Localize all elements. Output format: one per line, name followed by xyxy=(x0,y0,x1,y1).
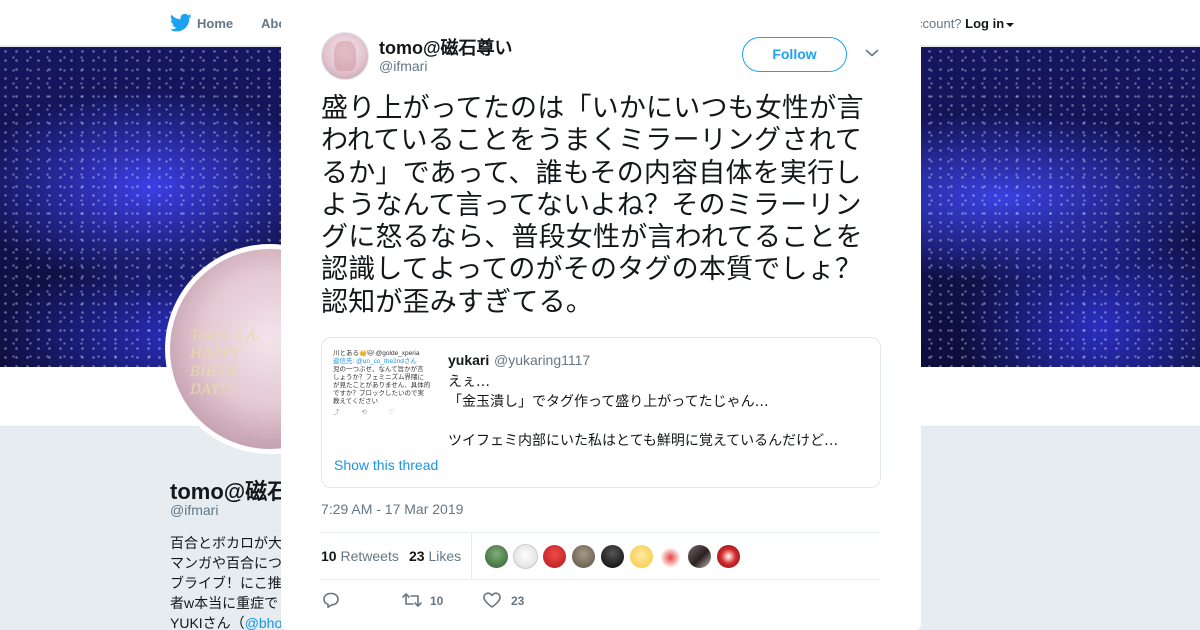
author-name[interactable]: tomo@磁石尊い xyxy=(379,34,513,60)
liker-avatar[interactable] xyxy=(513,544,538,569)
retweet-icon xyxy=(402,593,422,607)
retweet-count: 10 xyxy=(430,594,444,608)
heart-icon xyxy=(483,592,501,608)
reply-icon xyxy=(323,592,339,608)
profile-bio: 百合とボカロが大 マンガや百合につ ブライブ！にこ推 者w本当に重症で YUKI… xyxy=(170,535,282,630)
follow-button[interactable]: Follow xyxy=(742,37,847,72)
liker-avatar[interactable] xyxy=(658,544,683,569)
chevron-down-icon[interactable] xyxy=(865,48,879,58)
close-icon[interactable] xyxy=(1154,12,1178,36)
retweet-stat[interactable]: 10 Retweets xyxy=(321,548,399,564)
liker-avatar[interactable] xyxy=(571,544,596,569)
liker-avatar[interactable] xyxy=(687,544,712,569)
bio-mention-link[interactable]: @bho xyxy=(245,615,282,630)
liker-avatar[interactable] xyxy=(716,544,741,569)
profile-handle[interactable]: @ifmari xyxy=(170,502,218,518)
login-prompt: ccount? Log in xyxy=(916,16,1015,31)
author-handle[interactable]: @ifmari xyxy=(379,58,427,74)
show-thread-link[interactable]: Show this thread xyxy=(334,457,438,473)
tweet-stats: 10 Retweets 23 Likes xyxy=(321,532,881,580)
author-avatar[interactable] xyxy=(321,32,369,80)
thumbnail-action-icons: ⤴ ⟲ ♡ xyxy=(333,409,405,416)
liker-avatar[interactable] xyxy=(484,544,509,569)
quoted-author-handle: @yukaring1117 xyxy=(494,352,591,368)
liker-avatar[interactable] xyxy=(600,544,625,569)
quoted-tweet-thumbnail[interactable]: 川とある👑🐱 @golde_xperia 返信先: @un_co_the2ndさ… xyxy=(333,350,437,454)
caret-down-icon[interactable] xyxy=(1006,22,1015,27)
like-stat[interactable]: 23 Likes xyxy=(409,548,461,564)
stats-divider xyxy=(471,533,472,580)
tweet-modal: tomo@磁石尊い @ifmari Follow 盛り上がってたのは「いかにいつ… xyxy=(281,0,921,630)
tweet-timestamp[interactable]: 7:29 AM - 17 Mar 2019 xyxy=(321,501,463,517)
nav-home-link[interactable]: Home xyxy=(197,16,233,31)
quoted-tweet-text: えぇ… 「金玉潰し」でタグ作って盛り上がってたじゃん… ツイフェミ内部にいた私は… xyxy=(448,374,839,449)
account-prompt-text: ccount? xyxy=(916,16,962,31)
tweet-actions: 10 23 xyxy=(321,590,881,612)
quoted-tweet-card[interactable]: 川とある👑🐱 @golde_xperia 返信先: @un_co_the2ndさ… xyxy=(321,337,881,488)
liker-avatar[interactable] xyxy=(542,544,567,569)
liker-avatar[interactable] xyxy=(629,544,654,569)
avatar-lettering: Tomo ∠ん HAPPY BIRTH DAY!! xyxy=(190,328,259,398)
login-link[interactable]: Log in xyxy=(965,16,1004,31)
like-count: 23 xyxy=(511,594,525,608)
bird-icon[interactable] xyxy=(170,13,192,33)
quoted-author-name: yukari xyxy=(448,352,490,368)
tweet-text: 盛り上がってたのは「いかにいつも女性が言われていることをうまくミラーリングされて… xyxy=(321,93,864,318)
